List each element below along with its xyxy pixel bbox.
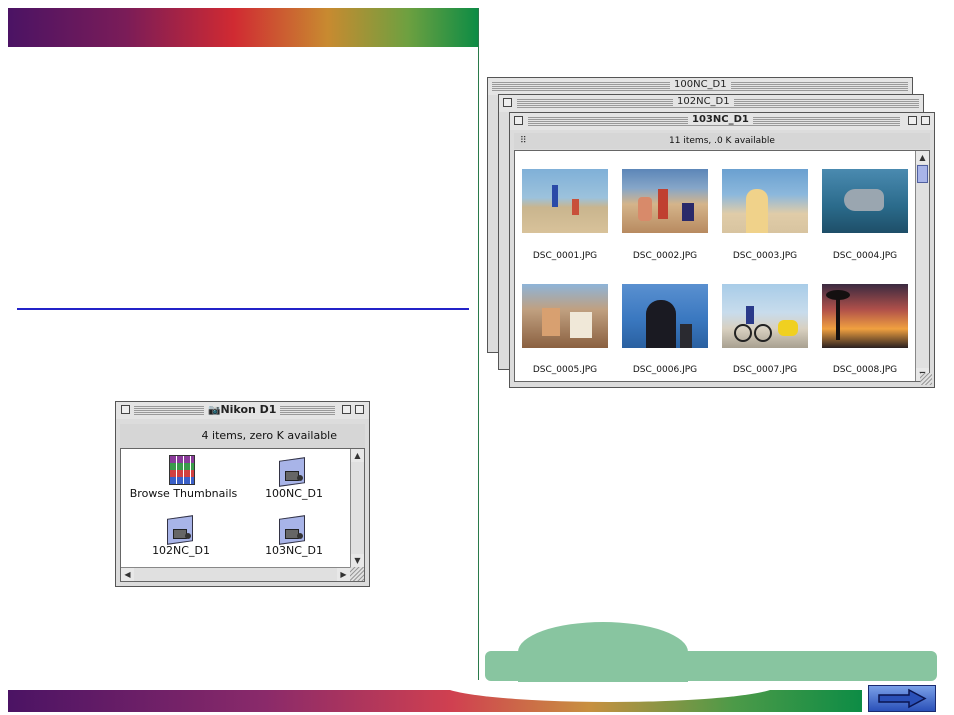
window-info-bar: 4 items, zero K available (120, 424, 365, 448)
thumbnail-label: DSC_0001.JPG (532, 251, 598, 261)
icon-label[interactable]: 100NC_D1 (249, 487, 339, 500)
thumbnail-image[interactable] (522, 284, 608, 348)
window-title: 102NC_D1 (673, 96, 734, 107)
folder-icon[interactable] (167, 513, 195, 545)
thumbnail-image[interactable] (722, 284, 808, 348)
folder-window-103[interactable]: 103NC_D1 ⠿ 11 items, .0 K available DSC_… (509, 112, 935, 388)
titlebar[interactable]: 100NC_D1 (488, 78, 912, 95)
next-button[interactable] (868, 685, 936, 712)
scroll-thumb[interactable] (917, 165, 928, 183)
scroll-up-icon[interactable]: ▲ (916, 151, 929, 164)
grid-app-icon[interactable] (169, 455, 195, 485)
callout-bar (485, 651, 937, 681)
thumbnail-image[interactable] (622, 169, 708, 233)
vertical-scrollbar[interactable]: ▲ ▼ (350, 449, 364, 567)
thumbnail-image[interactable] (622, 284, 708, 348)
camera-icon: 📷 (208, 405, 221, 416)
icon-label[interactable]: 102NC_D1 (136, 544, 226, 557)
window-title: 100NC_D1 (670, 79, 731, 90)
resize-grip-icon[interactable] (350, 567, 364, 581)
thumbnail-area: DSC_0001.JPG DSC_0002.JPG DSC_0003.JPG D… (514, 150, 930, 382)
titlebar[interactable]: 📷Nikon D1 (116, 402, 369, 419)
scroll-right-icon[interactable]: ▶ (337, 568, 350, 581)
thumbnail-label: DSC_0003.JPG (732, 251, 798, 261)
thumbnail-image[interactable] (822, 169, 908, 233)
thumbnail-label: DSC_0004.JPG (832, 251, 898, 261)
icon-area: Browse Thumbnails 100NC_D1 102NC_D1 103N… (120, 448, 365, 582)
thumbnail-label: DSC_0002.JPG (632, 251, 698, 261)
view-grid-icon: ⠿ (520, 136, 527, 146)
horizontal-scrollbar[interactable]: ◀ ▶ (121, 567, 350, 581)
collapse-box-icon[interactable] (355, 405, 364, 414)
vertical-divider (478, 8, 479, 680)
window-info-bar: ⠿ 11 items, .0 K available (514, 133, 930, 149)
resize-grip-icon[interactable] (920, 373, 932, 385)
zoom-box-icon[interactable] (908, 116, 917, 125)
nikon-d1-window[interactable]: 📷Nikon D1 4 items, zero K available Brow… (115, 401, 370, 587)
section-rule (17, 308, 469, 310)
thumbnail-image[interactable] (522, 169, 608, 233)
right-arrow-icon (878, 688, 927, 709)
scroll-left-icon[interactable]: ◀ (121, 568, 134, 581)
scroll-up-icon[interactable]: ▲ (351, 449, 364, 462)
folder-icon[interactable] (279, 513, 307, 545)
thumbnail-label: DSC_0008.JPG (832, 365, 898, 375)
scroll-down-icon[interactable]: ▼ (351, 554, 364, 567)
titlebar[interactable]: 102NC_D1 (499, 95, 923, 112)
icon-label[interactable]: Browse Thumbnails (126, 487, 241, 500)
item-count: 11 items, .0 K available (669, 136, 775, 146)
thumbnail-label: DSC_0005.JPG (532, 365, 598, 375)
folder-icon[interactable] (279, 455, 307, 487)
thumbnail-label: DSC_0006.JPG (632, 365, 698, 375)
close-box-icon[interactable] (121, 405, 130, 414)
close-box-icon[interactable] (514, 116, 523, 125)
thumbnail-image[interactable] (722, 169, 808, 233)
icon-label[interactable]: 103NC_D1 (249, 544, 339, 557)
thumbnail-image[interactable] (822, 284, 908, 348)
thumbnail-label: DSC_0007.JPG (732, 365, 798, 375)
collapse-box-icon[interactable] (921, 116, 930, 125)
close-box-icon[interactable] (503, 98, 512, 107)
item-count: 4 items, zero K available (201, 429, 337, 442)
window-title: 📷Nikon D1 (204, 403, 281, 416)
zoom-box-icon[interactable] (342, 405, 351, 414)
vertical-scrollbar[interactable]: ▲ ▼ (915, 151, 929, 381)
window-title-text: Nikon D1 (220, 403, 277, 416)
header-gradient-bar (8, 8, 478, 47)
window-title: 103NC_D1 (688, 114, 753, 125)
titlebar[interactable]: 103NC_D1 (510, 113, 934, 130)
